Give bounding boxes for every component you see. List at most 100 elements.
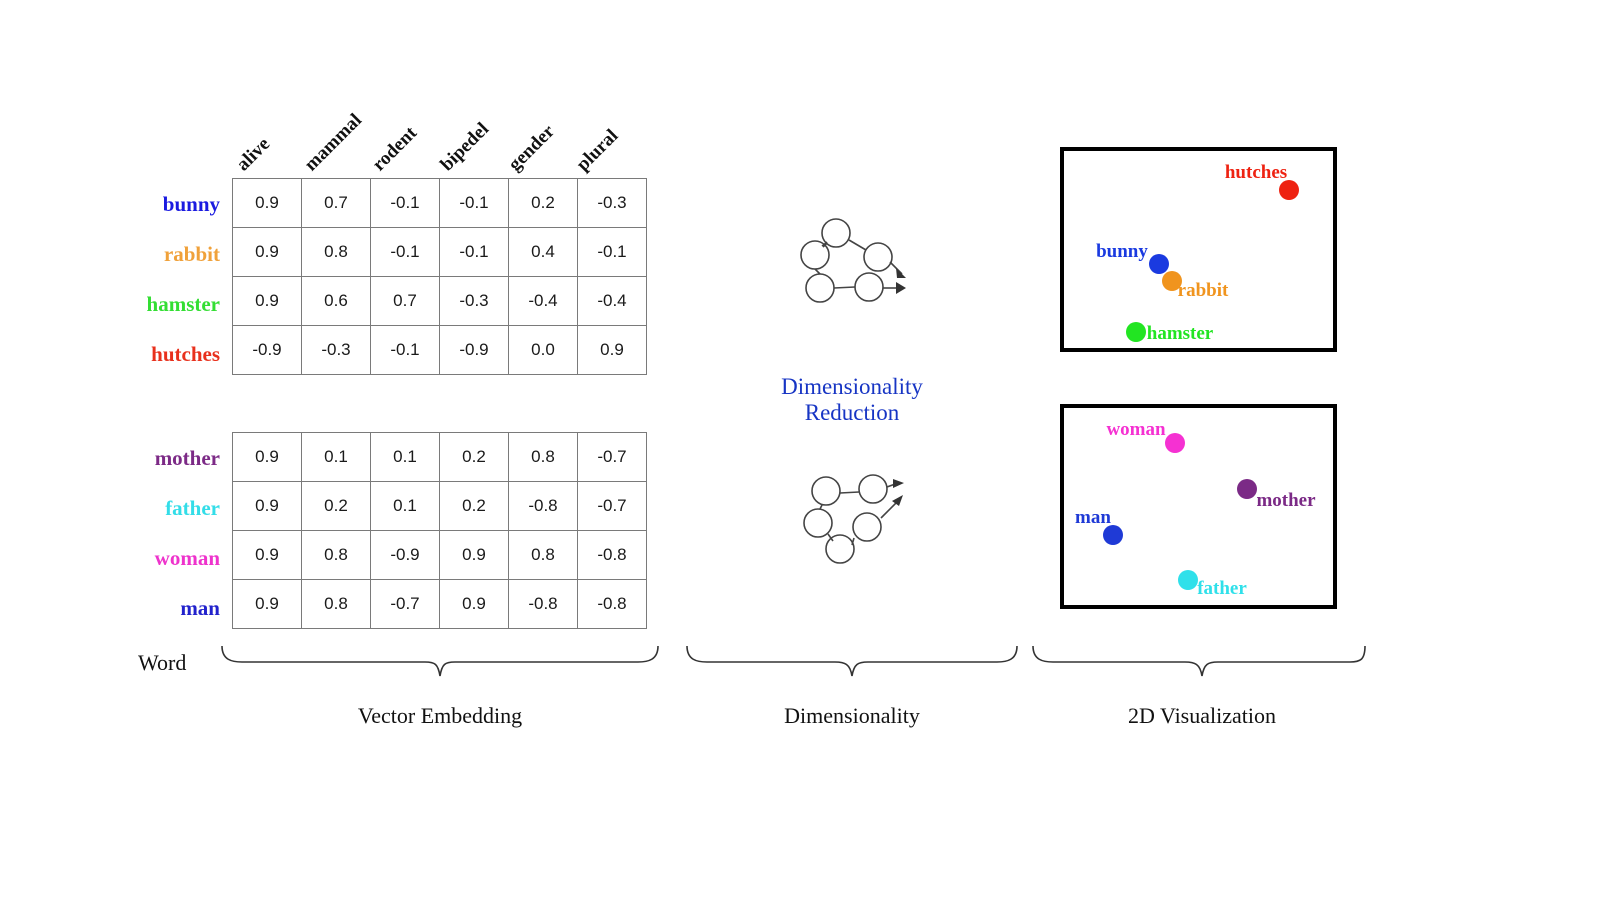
row-label-man: man [180,596,220,620]
viz-label-mother: mother [1256,490,1316,511]
column-header-rodent: rodent [368,122,422,176]
cell-mother-alive: 0.9 [232,432,302,482]
row-label-father: father [165,496,220,520]
cell-bunny-gender: 0.2 [508,178,578,228]
cell-woman-bipedel: 0.9 [439,530,509,580]
cell-hamster-gender: -0.4 [508,276,578,326]
embedding-table-people: 0.9 0.1 0.1 0.2 0.8 -0.7 0.9 0.2 0.1 0.2 -0.8 -0.7 0… [232,432,647,629]
cell-bunny-rodent: -0.1 [370,178,440,228]
graph-arrowheads-bottom [892,479,904,506]
cell-bunny-plural: -0.3 [577,178,647,228]
brace-2d-visualization [1032,645,1366,677]
cell-rabbit-plural: -0.1 [577,227,647,277]
column-header-mammal: mammal [300,109,367,176]
cell-father-plural: -0.7 [577,481,647,531]
embedding-table-animals: 0.9 0.7 -0.1 -0.1 0.2 -0.3 0.9 0.8 -0.1 -0.1 0.4 -0… [232,178,647,375]
dimensionality-reduction-label: Dimensionality Reduction [781,374,923,427]
cell-hutches-alive: -0.9 [232,325,302,375]
cell-woman-gender: 0.8 [508,530,578,580]
viz-label-man: man [1075,507,1111,528]
brace-vector-embedding [221,645,659,677]
cell-hamster-bipedel: -0.3 [439,276,509,326]
column-header-alive: alive [232,133,275,176]
viz-dot-bunny [1149,254,1169,274]
table-row: 0.9 0.8 -0.9 0.9 0.8 -0.8 [232,530,647,580]
viz-label-hutches: hutches [1224,162,1288,183]
graph-arrowheads-top [896,268,906,294]
column-header-plural: plural [572,125,623,176]
cell-rabbit-gender: 0.4 [508,227,578,277]
viz-label-father: father [1197,578,1247,599]
dimred-line-2: Reduction [804,400,900,426]
word-label: Word [138,650,187,675]
table-row: 0.9 0.2 0.1 0.2 -0.8 -0.7 [232,481,647,531]
dimred-line-1: Dimensionality [781,374,923,399]
cell-woman-rodent: -0.9 [370,530,440,580]
viz-dot-woman [1165,433,1185,453]
table-row: 0.9 0.8 -0.1 -0.1 0.4 -0.1 [232,227,647,277]
section-label-vector-embedding: Vector Embedding [357,703,523,728]
row-label-rabbit: rabbit [163,242,220,266]
row-label-hutches: hutches [151,342,220,366]
cell-mother-mammal: 0.1 [301,432,371,482]
cell-father-mammal: 0.2 [301,481,371,531]
cell-rabbit-rodent: -0.1 [370,227,440,277]
cell-woman-alive: 0.9 [232,530,302,580]
cell-rabbit-mammal: 0.8 [301,227,371,277]
cell-father-bipedel: 0.2 [439,481,509,531]
cell-hamster-mammal: 0.6 [301,276,371,326]
cell-rabbit-alive: 0.9 [232,227,302,277]
viz-label-rabbit: rabbit [1177,280,1229,301]
cell-hamster-rodent: 0.7 [370,276,440,326]
cell-man-rodent: -0.7 [370,579,440,629]
cell-rabbit-bipedel: -0.1 [439,227,509,277]
row-label-hamster: hamster [146,292,220,316]
cell-mother-bipedel: 0.2 [439,432,509,482]
column-header-gender: gender [504,120,559,176]
table-row: 0.9 0.1 0.1 0.2 0.8 -0.7 [232,432,647,482]
cell-man-plural: -0.8 [577,579,647,629]
graph-nodes-arrows-icon-top [800,218,903,303]
cell-father-rodent: 0.1 [370,481,440,531]
diagram-canvas: alive mammal rodent bipedel gender plural bun… [0,0,1600,900]
viz-dot-hamster [1126,322,1146,342]
table-row: 0.9 0.7 -0.1 -0.1 0.2 -0.3 [232,178,647,228]
column-header-bipedel: bipedel [436,118,494,176]
cell-bunny-mammal: 0.7 [301,178,371,228]
cell-man-gender: -0.8 [508,579,578,629]
cell-bunny-alive: 0.9 [232,178,302,228]
table-row: 0.9 0.6 0.7 -0.3 -0.4 -0.4 [232,276,647,326]
cell-mother-gender: 0.8 [508,432,578,482]
section-label-2d-visualization: 2D Visualization [1128,703,1276,728]
section-label-dimensionality: Dimensionality [784,703,920,728]
cell-hutches-mammal: -0.3 [301,325,371,375]
viz-dot-father [1178,570,1198,590]
table-row: -0.9 -0.3 -0.1 -0.9 0.0 0.9 [232,325,647,375]
table-row: 0.9 0.8 -0.7 0.9 -0.8 -0.8 [232,579,647,629]
cell-hutches-plural: 0.9 [577,325,647,375]
row-label-bunny: bunny [162,192,220,216]
cell-hutches-gender: 0.0 [508,325,578,375]
cell-hutches-bipedel: -0.9 [439,325,509,375]
cell-mother-plural: -0.7 [577,432,647,482]
viz-dot-mother [1237,479,1257,499]
cell-woman-mammal: 0.8 [301,530,371,580]
cell-father-gender: -0.8 [508,481,578,531]
brace-dimensionality [686,645,1018,677]
cell-hamster-plural: -0.4 [577,276,647,326]
viz-label-hamster: hamster [1146,323,1214,344]
cell-man-alive: 0.9 [232,579,302,629]
cell-mother-rodent: 0.1 [370,432,440,482]
row-label-mother: mother [154,446,220,470]
row-label-woman: woman [154,546,220,570]
cell-man-mammal: 0.8 [301,579,371,629]
viz-label-woman: woman [1106,419,1166,440]
graph-nodes-arrows-icon-bottom [803,474,899,564]
cell-bunny-bipedel: -0.1 [439,178,509,228]
cell-man-bipedel: 0.9 [439,579,509,629]
cell-hamster-alive: 0.9 [232,276,302,326]
cell-hutches-rodent: -0.1 [370,325,440,375]
cell-father-alive: 0.9 [232,481,302,531]
viz-label-bunny: bunny [1096,241,1148,262]
cell-woman-plural: -0.8 [577,530,647,580]
